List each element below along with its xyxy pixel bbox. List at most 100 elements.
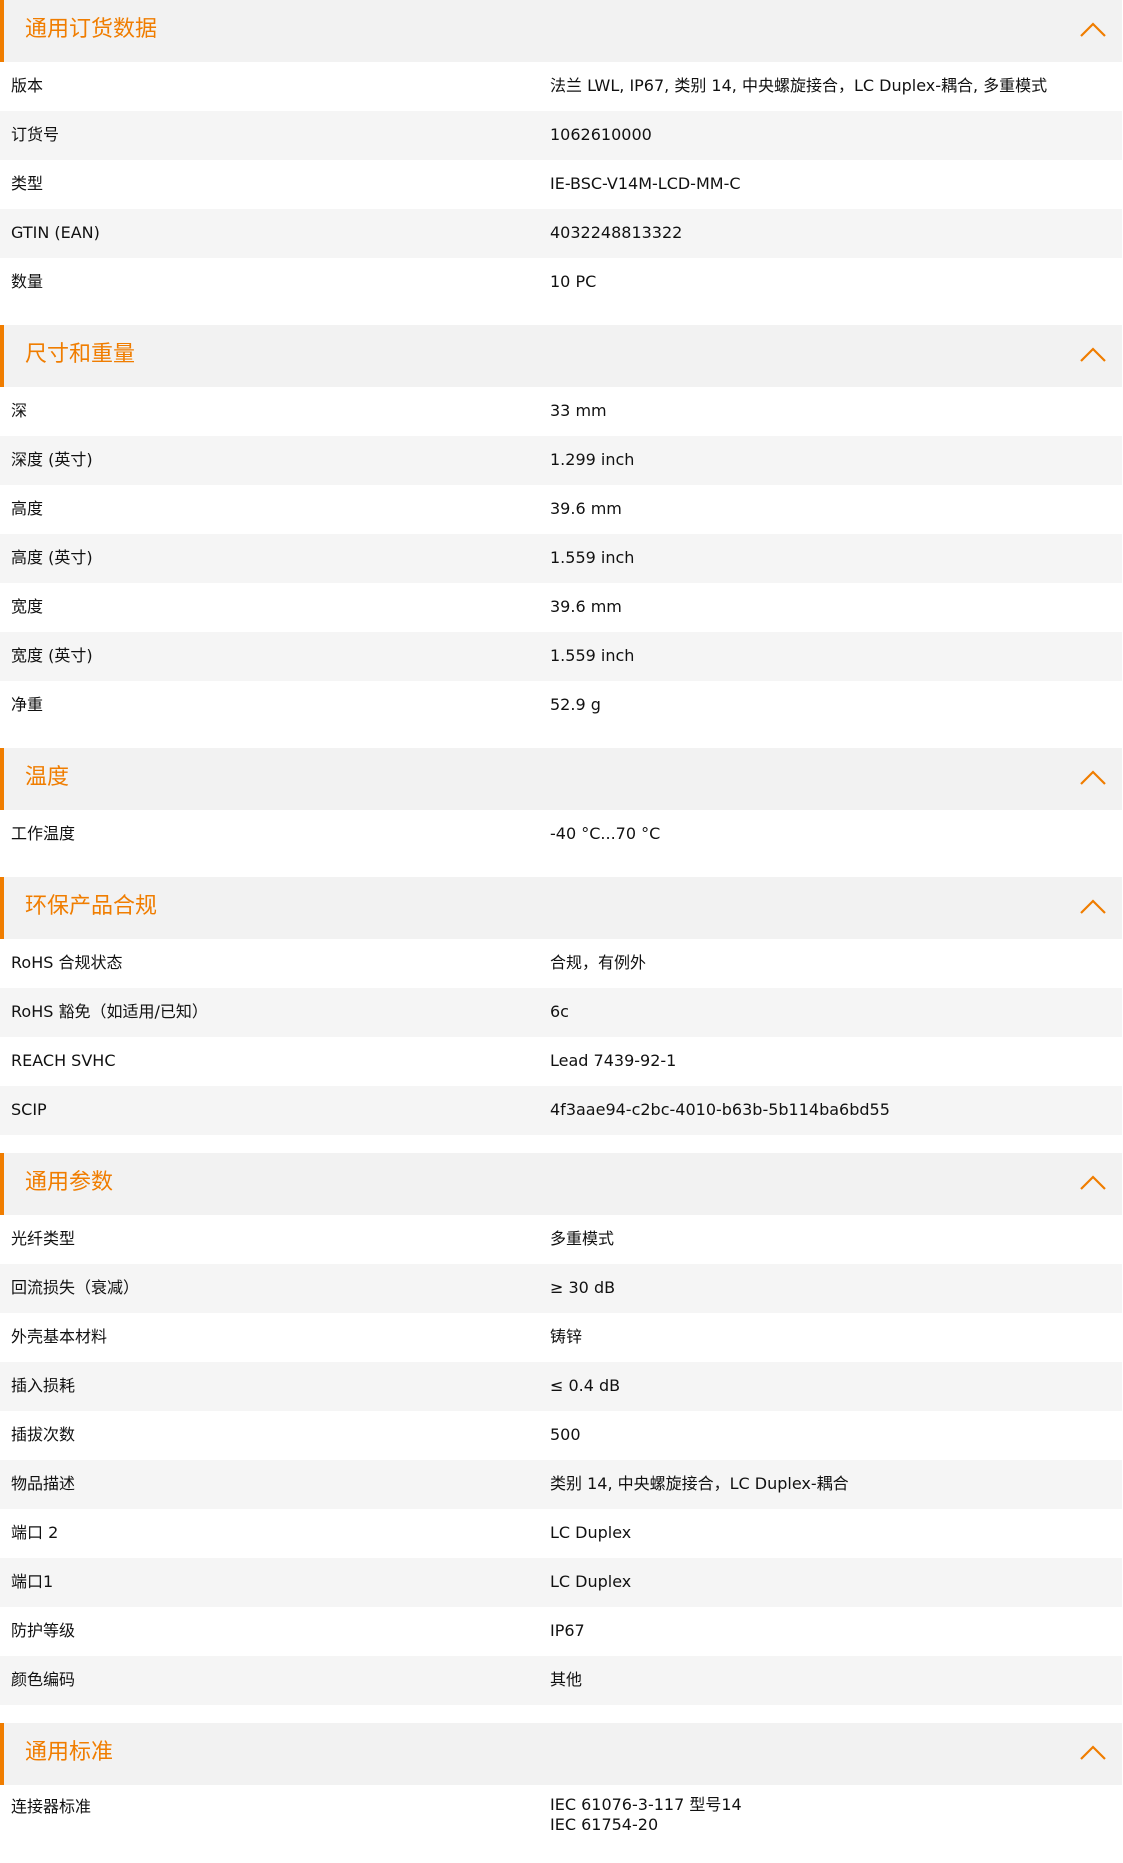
spec-label: 光纤类型 bbox=[11, 1229, 76, 1248]
spec-label: 净重 bbox=[11, 695, 44, 714]
spec-row: 端口1 LC Duplex bbox=[0, 1558, 1122, 1607]
spec-section: 尺寸和重量深 33 mm 深度 (英寸) 1.299 inch 高度 39.6 mm 高度 … bbox=[0, 325, 1123, 730]
spec-value: 39.6 mm bbox=[550, 499, 622, 518]
spec-value: 10 PC bbox=[550, 272, 597, 291]
spec-row: 插拔次数 500 bbox=[0, 1411, 1122, 1460]
spec-label: 外壳基本材料 bbox=[11, 1327, 108, 1346]
spec-value: 合规，有例外 bbox=[550, 953, 647, 972]
spec-row: SCIP 4f3aae94-c2bc-4010-b63b-5b114ba6bd55 bbox=[0, 1086, 1122, 1135]
chevron-up-icon[interactable] bbox=[1078, 766, 1108, 790]
spec-row: RoHS 合规状态 合规，有例外 bbox=[0, 939, 1122, 988]
spec-label: 工作温度 bbox=[11, 824, 76, 843]
spec-row: 订货号 1062610000 bbox=[0, 111, 1122, 160]
chevron-up-icon[interactable] bbox=[1078, 1741, 1108, 1765]
spec-row: 高度 39.6 mm bbox=[0, 485, 1122, 534]
spec-label: 插入损耗 bbox=[11, 1376, 76, 1395]
spec-row: 光纤类型 多重模式 bbox=[0, 1215, 1122, 1264]
spec-value: IEC 61076-3-117 型号14 IEC 61754-20 bbox=[550, 1795, 742, 1835]
spec-value: 1.559 inch bbox=[550, 646, 635, 665]
spec-row: 类型 IE-BSC-V14M-LCD-MM-C bbox=[0, 160, 1122, 209]
section-header[interactable]: 环保产品合规 bbox=[0, 877, 1122, 939]
spec-value-line: IEC 61754-20 bbox=[550, 1815, 659, 1834]
spec-row: 深度 (英寸) 1.299 inch bbox=[0, 436, 1122, 485]
spec-row: REACH SVHC Lead 7439-92-1 bbox=[0, 1037, 1122, 1086]
spec-label: 深度 (英寸) bbox=[11, 450, 93, 469]
spec-row: 连接器标准 IEC 61076-3-117 型号14 IEC 61754-20 bbox=[0, 1785, 1122, 1849]
spec-row: 端口 2 LC Duplex bbox=[0, 1509, 1122, 1558]
spec-value: 1.299 inch bbox=[550, 450, 635, 469]
spec-row: 物品描述 类别 14, 中央螺旋接合，LC Duplex-耦合 bbox=[0, 1460, 1122, 1509]
spec-value: 法兰 LWL, IP67, 类别 14, 中央螺旋接合，LC Duplex-耦合… bbox=[550, 76, 1048, 95]
spec-label: 颜色编码 bbox=[11, 1670, 76, 1689]
section-title: 通用标准 bbox=[25, 1740, 114, 1765]
spec-row: 高度 (英寸) 1.559 inch bbox=[0, 534, 1122, 583]
spec-label: 插拔次数 bbox=[11, 1425, 76, 1444]
spec-row: 防护等级 IP67 bbox=[0, 1607, 1122, 1656]
section-header[interactable]: 通用订货数据 bbox=[0, 0, 1122, 62]
spec-value: IP67 bbox=[550, 1621, 585, 1640]
spec-label: 高度 (英寸) bbox=[11, 548, 93, 567]
spec-row: 数量 10 PC bbox=[0, 258, 1122, 307]
spec-label: 连接器标准 bbox=[11, 1797, 92, 1816]
spec-row: 回流损失（衰减） ≥ 30 dB bbox=[0, 1264, 1122, 1313]
spec-row: 插入损耗 ≤ 0.4 dB bbox=[0, 1362, 1122, 1411]
spec-value: 多重模式 bbox=[550, 1229, 615, 1248]
spec-label: 宽度 bbox=[11, 597, 44, 616]
spec-label: GTIN (EAN) bbox=[11, 223, 100, 242]
spec-page: 通用订货数据版本 法兰 LWL, IP67, 类别 14, 中央螺旋接合，LC D… bbox=[0, 0, 1123, 1849]
section-header[interactable]: 温度 bbox=[0, 748, 1122, 810]
spec-value: 铸锌 bbox=[550, 1327, 583, 1346]
spec-row: 版本 法兰 LWL, IP67, 类别 14, 中央螺旋接合，LC Duplex-… bbox=[0, 62, 1122, 111]
section-spacer bbox=[0, 859, 1123, 877]
spec-row: 净重 52.9 g bbox=[0, 681, 1122, 730]
spec-value: 500 bbox=[550, 1425, 581, 1444]
spec-label: SCIP bbox=[11, 1100, 47, 1119]
section-spacer bbox=[0, 1135, 1123, 1153]
spec-label: 回流损失（衰减） bbox=[11, 1278, 140, 1297]
chevron-up-icon[interactable] bbox=[1078, 895, 1108, 919]
spec-row: RoHS 豁免（如适用/已知） 6c bbox=[0, 988, 1122, 1037]
spec-label: 端口1 bbox=[11, 1572, 54, 1591]
section-title: 温度 bbox=[25, 765, 70, 790]
spec-label: 类型 bbox=[11, 174, 44, 193]
chevron-up-icon[interactable] bbox=[1078, 343, 1108, 367]
spec-value: 1.559 inch bbox=[550, 548, 635, 567]
section-spacer bbox=[0, 307, 1123, 325]
chevron-up-icon[interactable] bbox=[1078, 1171, 1108, 1195]
section-title: 通用订货数据 bbox=[25, 17, 158, 42]
spec-value: 6c bbox=[550, 1002, 569, 1021]
spec-section: 温度工作温度 -40 °C...70 °C bbox=[0, 748, 1123, 859]
spec-section: 通用标准连接器标准 IEC 61076-3-117 型号14 IEC 61754-2… bbox=[0, 1723, 1123, 1849]
spec-value: LC Duplex bbox=[550, 1572, 632, 1591]
spec-value-line: IEC 61076-3-117 型号14 bbox=[550, 1795, 742, 1814]
spec-value: 39.6 mm bbox=[550, 597, 622, 616]
spec-section: 环保产品合规 RoHS 合规状态 合规，有例外 RoHS 豁免（如适用/已知） 6c RE… bbox=[0, 877, 1123, 1135]
spec-label: 物品描述 bbox=[11, 1474, 76, 1493]
spec-label: 数量 bbox=[11, 272, 44, 291]
spec-label: RoHS 合规状态 bbox=[11, 953, 123, 972]
section-header[interactable]: 通用参数 bbox=[0, 1153, 1122, 1215]
spec-value: 其他 bbox=[550, 1670, 583, 1689]
spec-label: 宽度 (英寸) bbox=[11, 646, 93, 665]
spec-value: 4f3aae94-c2bc-4010-b63b-5b114ba6bd55 bbox=[550, 1100, 890, 1119]
spec-row: 工作温度 -40 °C...70 °C bbox=[0, 810, 1122, 859]
section-header[interactable]: 尺寸和重量 bbox=[0, 325, 1122, 387]
spec-value: 33 mm bbox=[550, 401, 607, 420]
section-title: 尺寸和重量 bbox=[25, 342, 136, 367]
spec-label: 深 bbox=[11, 401, 28, 420]
spec-section: 通用参数光纤类型 多重模式回流损失（衰减） ≥ 30 dB 外壳基本材料 铸锌插入损耗 ≤… bbox=[0, 1153, 1123, 1705]
section-title: 通用参数 bbox=[25, 1170, 114, 1195]
spec-row: 颜色编码 其他 bbox=[0, 1656, 1122, 1705]
section-spacer bbox=[0, 1705, 1123, 1723]
chevron-up-icon[interactable] bbox=[1078, 18, 1108, 42]
spec-value: -40 °C...70 °C bbox=[550, 824, 661, 843]
spec-label: 端口 2 bbox=[11, 1523, 59, 1542]
spec-value: 类别 14, 中央螺旋接合，LC Duplex-耦合 bbox=[550, 1474, 849, 1493]
spec-row: 深 33 mm bbox=[0, 387, 1122, 436]
spec-value: ≥ 30 dB bbox=[550, 1278, 616, 1297]
section-header[interactable]: 通用标准 bbox=[0, 1723, 1122, 1785]
section-title: 环保产品合规 bbox=[25, 894, 158, 919]
spec-value: 52.9 g bbox=[550, 695, 601, 714]
spec-row: 宽度 (英寸) 1.559 inch bbox=[0, 632, 1122, 681]
spec-value: LC Duplex bbox=[550, 1523, 632, 1542]
